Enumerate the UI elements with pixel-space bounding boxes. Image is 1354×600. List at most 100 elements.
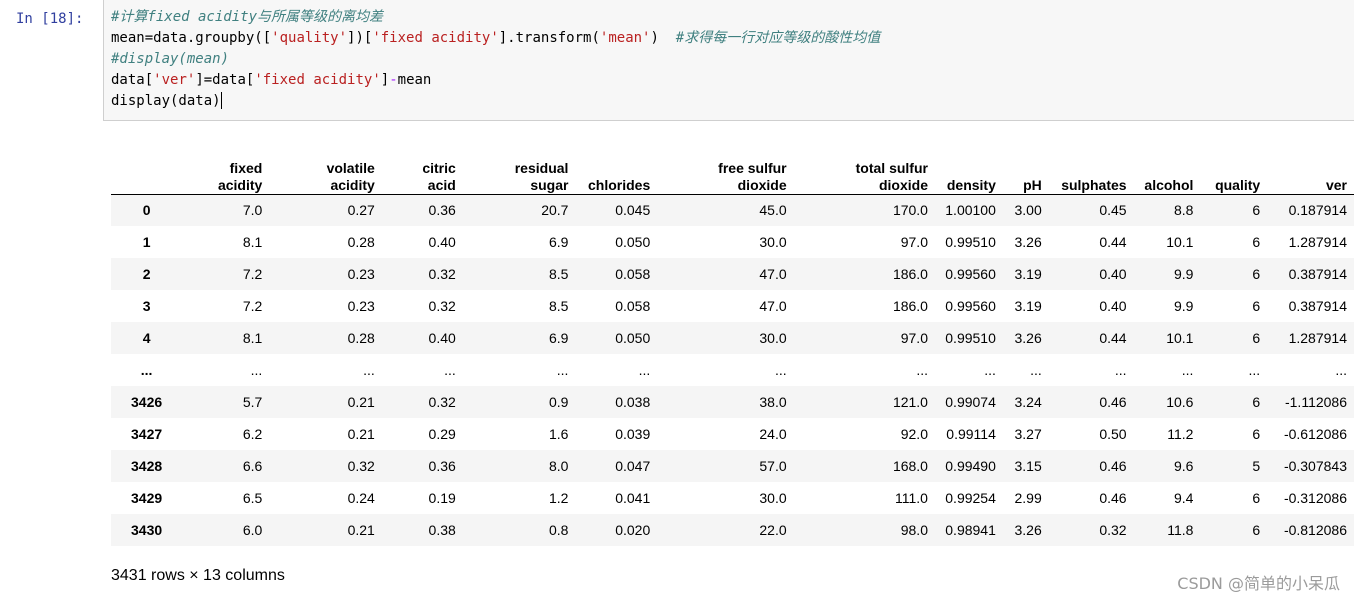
- table-cell: 0.40: [428, 330, 456, 346]
- table-cell: 10.1: [1166, 234, 1194, 250]
- table-cell: 11.8: [1167, 522, 1194, 538]
- column-header-label: ver: [1325, 176, 1347, 193]
- table-cell: ...: [1030, 362, 1042, 378]
- table-cell: 0.045: [615, 202, 651, 219]
- code-string: 'mean': [599, 30, 651, 46]
- table-cell: 97.0: [900, 234, 928, 250]
- table-cell: 0.038: [615, 394, 651, 410]
- table-cell: 0.50: [1099, 426, 1127, 442]
- table-cell: 0.020: [615, 522, 651, 538]
- column-header-label: chlorides: [588, 176, 651, 193]
- code-token: ].transform(: [498, 30, 600, 46]
- table-cell: 1.2: [548, 490, 569, 506]
- table-cell: -1.112086: [1284, 394, 1347, 410]
- table-body: 0 7.0 0.27 0.36 20.7 0.045 45.0 170.0 1.00100 3.0…: [111, 194, 1354, 546]
- table-cell: 0.38: [428, 522, 456, 538]
- table-cell: 0.46: [1099, 458, 1127, 474]
- column-header-label: acid: [427, 176, 456, 193]
- table-cell: 6: [1252, 202, 1261, 219]
- table-cell: 186.0: [892, 298, 928, 314]
- table-cell: 0.99510: [945, 330, 996, 346]
- table-cell: 6.9: [548, 330, 569, 346]
- table-cell: ...: [638, 362, 651, 378]
- table-cell: ...: [444, 362, 456, 378]
- table-cell: 6: [1252, 298, 1261, 314]
- row-index: 3429: [131, 490, 163, 506]
- table-cell: ...: [1248, 362, 1261, 378]
- column-header-label: dioxide: [878, 176, 928, 193]
- table-cell: 6.6: [242, 458, 263, 474]
- column-header-label: citric: [422, 159, 456, 176]
- table-cell: 5: [1252, 458, 1261, 474]
- table-cell: 1.00100: [945, 202, 996, 219]
- table-cell: 7.2: [242, 298, 263, 314]
- table-cell: 3.26: [1014, 234, 1042, 250]
- table-cell: 0.21: [347, 426, 375, 442]
- table-cell: 9.9: [1173, 266, 1194, 282]
- table-cell: 0.99074: [945, 394, 996, 410]
- table-cell: 30.0: [759, 234, 787, 250]
- table-cell: 6: [1252, 266, 1261, 282]
- table-cell: 57.0: [759, 458, 787, 474]
- table-cell: 22.0: [759, 522, 787, 538]
- code-cell-editor[interactable]: #计算fixed acidity与所属等级的离均差 mean=data.grou…: [103, 0, 1354, 121]
- table-cell: 0.19: [428, 490, 456, 506]
- table-row: 3429 6.5 0.24 0.19 1.2 0.041 30.0 111.0 0.99254 2…: [111, 482, 1354, 514]
- table-cell: 98.0: [900, 522, 928, 538]
- table-cell: 1.287914: [1288, 234, 1347, 250]
- table-cell: ...: [916, 362, 928, 378]
- table-cell: 0.98941: [945, 522, 996, 538]
- table-cell: ...: [1114, 362, 1127, 378]
- code-token: ])[: [347, 30, 373, 46]
- table-row: 3426 5.7 0.21 0.32 0.9 0.038 38.0 121.0 0.99074 3…: [111, 386, 1354, 418]
- table-cell: 0.041: [615, 490, 651, 506]
- table-cell: 10.6: [1166, 394, 1194, 410]
- table-cell: 9.9: [1173, 298, 1194, 314]
- table-cell: 0.29: [428, 426, 456, 442]
- row-index: 1: [142, 234, 151, 250]
- table-cell: 11.2: [1167, 426, 1194, 442]
- column-header: ver: [1267, 150, 1354, 195]
- column-header: citric acid: [381, 150, 463, 195]
- column-header-label: residual: [514, 159, 569, 176]
- table-cell: 3.00: [1014, 202, 1042, 219]
- table-cell: 6: [1252, 394, 1261, 410]
- column-header-label: acidity: [217, 176, 263, 193]
- table-cell: 0.047: [615, 458, 651, 474]
- column-header-label: volatile: [326, 159, 375, 176]
- row-index: 3427: [131, 426, 163, 442]
- table-cell: 45.0: [759, 202, 787, 219]
- code-token: data[: [111, 72, 154, 88]
- table-cell: 0.40: [428, 234, 456, 250]
- table-cell: ...: [250, 362, 263, 378]
- table-cell: 0.99254: [945, 490, 996, 506]
- table-row: ........................................…: [111, 354, 1354, 386]
- table-cell: 0.23: [347, 266, 375, 282]
- table-cell: -0.612086: [1283, 426, 1347, 442]
- table-cell: 7.2: [242, 266, 263, 282]
- code-token: mean=data.groupby([: [111, 30, 272, 46]
- table-cell: 121.0: [892, 394, 928, 410]
- code-token: ): [650, 30, 676, 46]
- dataframe-table: fixed acidity volatile acidity citric acid res…: [111, 150, 1354, 546]
- code-comment: #求得每一行对应等级的酸性均值: [675, 30, 881, 46]
- code-token: mean: [397, 72, 432, 88]
- column-header: density: [934, 150, 1003, 195]
- code-text[interactable]: #计算fixed acidity与所属等级的离均差 mean=data.grou…: [111, 7, 880, 112]
- code-string: 'fixed acidity': [254, 72, 381, 88]
- index-header: [111, 150, 183, 195]
- table-cell: 0.44: [1099, 234, 1127, 250]
- text-cursor: [220, 92, 222, 109]
- column-header: chlorides: [575, 150, 658, 195]
- table-cell: 0.387914: [1288, 266, 1347, 282]
- table-header: fixed acidity volatile acidity citric acid res…: [111, 150, 1354, 195]
- cell-prompt: In [18]:: [16, 11, 84, 27]
- table-cell: 0.28: [347, 330, 375, 346]
- code-operator: -: [389, 72, 398, 88]
- watermark: CSDN @简单的小呆瓜: [1177, 574, 1340, 593]
- table-row: 3428 6.6 0.32 0.36 8.0 0.047 57.0 168.0 0.99490 3…: [111, 450, 1354, 482]
- table-cell: ...: [774, 362, 787, 378]
- table-cell: 0.8: [548, 522, 569, 538]
- table-cell: 111.0: [895, 490, 928, 506]
- table-cell: 30.0: [759, 330, 787, 346]
